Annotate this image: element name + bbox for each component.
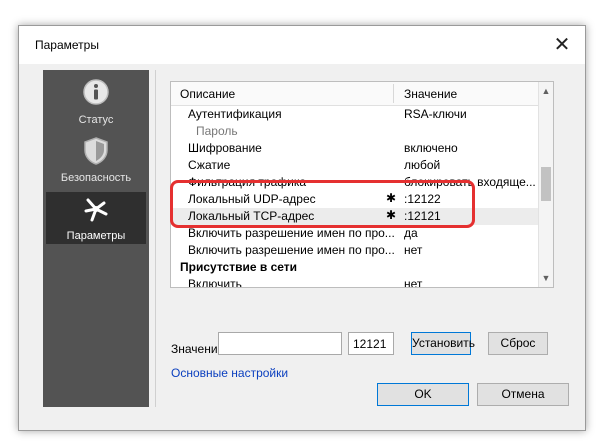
settings-panel: Описание Значение Аутентификация RSA-клю… (155, 70, 580, 407)
table-row[interactable]: Сжатие любой (171, 157, 539, 174)
sidebar-item-label: Параметры (66, 230, 126, 242)
sidebar: Статус Безопасность Параметры (43, 70, 149, 407)
value-label: Значение (171, 342, 225, 356)
scroll-thumb[interactable] (541, 167, 551, 201)
grid-header: Описание Значение (171, 82, 553, 106)
column-separator (393, 84, 394, 103)
column-value[interactable]: Значение (404, 87, 457, 101)
port-input[interactable] (348, 332, 394, 355)
row-name: Пароль (196, 124, 238, 138)
row-name: Аутентификация (188, 107, 282, 121)
sidebar-item-settings[interactable]: Параметры (46, 192, 146, 244)
row-value: любой (404, 158, 441, 172)
sidebar-item-status[interactable]: Статус (46, 76, 146, 128)
row-name: Включить разрешение имен по про... (188, 226, 395, 240)
reset-button[interactable]: Сброс (488, 332, 548, 355)
sidebar-item-label: Статус (78, 114, 114, 126)
settings-icon (84, 198, 108, 222)
ok-button[interactable]: OK (377, 383, 469, 406)
settings-dialog: Параметры ✕ Статус Безопасность Параметр… (18, 25, 586, 431)
sidebar-item-label: Безопасность (60, 172, 132, 184)
row-value: RSA-ключи (404, 107, 467, 121)
table-row[interactable]: Пароль (171, 123, 539, 140)
vertical-scrollbar[interactable]: ▲ ▼ (538, 82, 553, 287)
set-button[interactable]: Установить (411, 332, 475, 355)
title-bar: Параметры ✕ (19, 26, 585, 64)
table-row-group-header[interactable]: Присутствие в сети (171, 259, 539, 276)
sidebar-item-security[interactable]: Безопасность (46, 134, 146, 186)
window-title: Параметры (35, 38, 99, 52)
row-value: да (404, 226, 418, 240)
scroll-up-icon[interactable]: ▲ (539, 84, 553, 98)
close-button[interactable]: ✕ (549, 32, 575, 58)
row-value: включено (404, 141, 458, 155)
row-name: Шифрование (188, 141, 262, 155)
row-name: Сжатие (188, 158, 231, 172)
table-row[interactable]: Шифрование включено (171, 140, 539, 157)
table-row[interactable]: Аутентификация RSA-ключи (171, 106, 539, 123)
row-value: нет (404, 277, 423, 288)
value-input[interactable] (218, 332, 342, 355)
cancel-button[interactable]: Отмена (477, 383, 569, 406)
row-name: Включить (188, 277, 242, 288)
scroll-down-icon[interactable]: ▼ (539, 271, 553, 285)
row-name: Присутствие в сети (180, 260, 298, 274)
info-icon (83, 79, 109, 105)
column-description[interactable]: Описание (180, 87, 235, 101)
table-row[interactable]: Включить нет (171, 276, 539, 288)
basic-settings-link[interactable]: Основные настройки (171, 366, 288, 380)
shield-icon (84, 137, 108, 165)
row-value: нет (404, 243, 423, 257)
row-name: Включить разрешение имен по про... (188, 243, 395, 257)
table-row[interactable]: Включить разрешение имен по про... нет (171, 242, 539, 259)
highlight-annotation (170, 180, 475, 228)
